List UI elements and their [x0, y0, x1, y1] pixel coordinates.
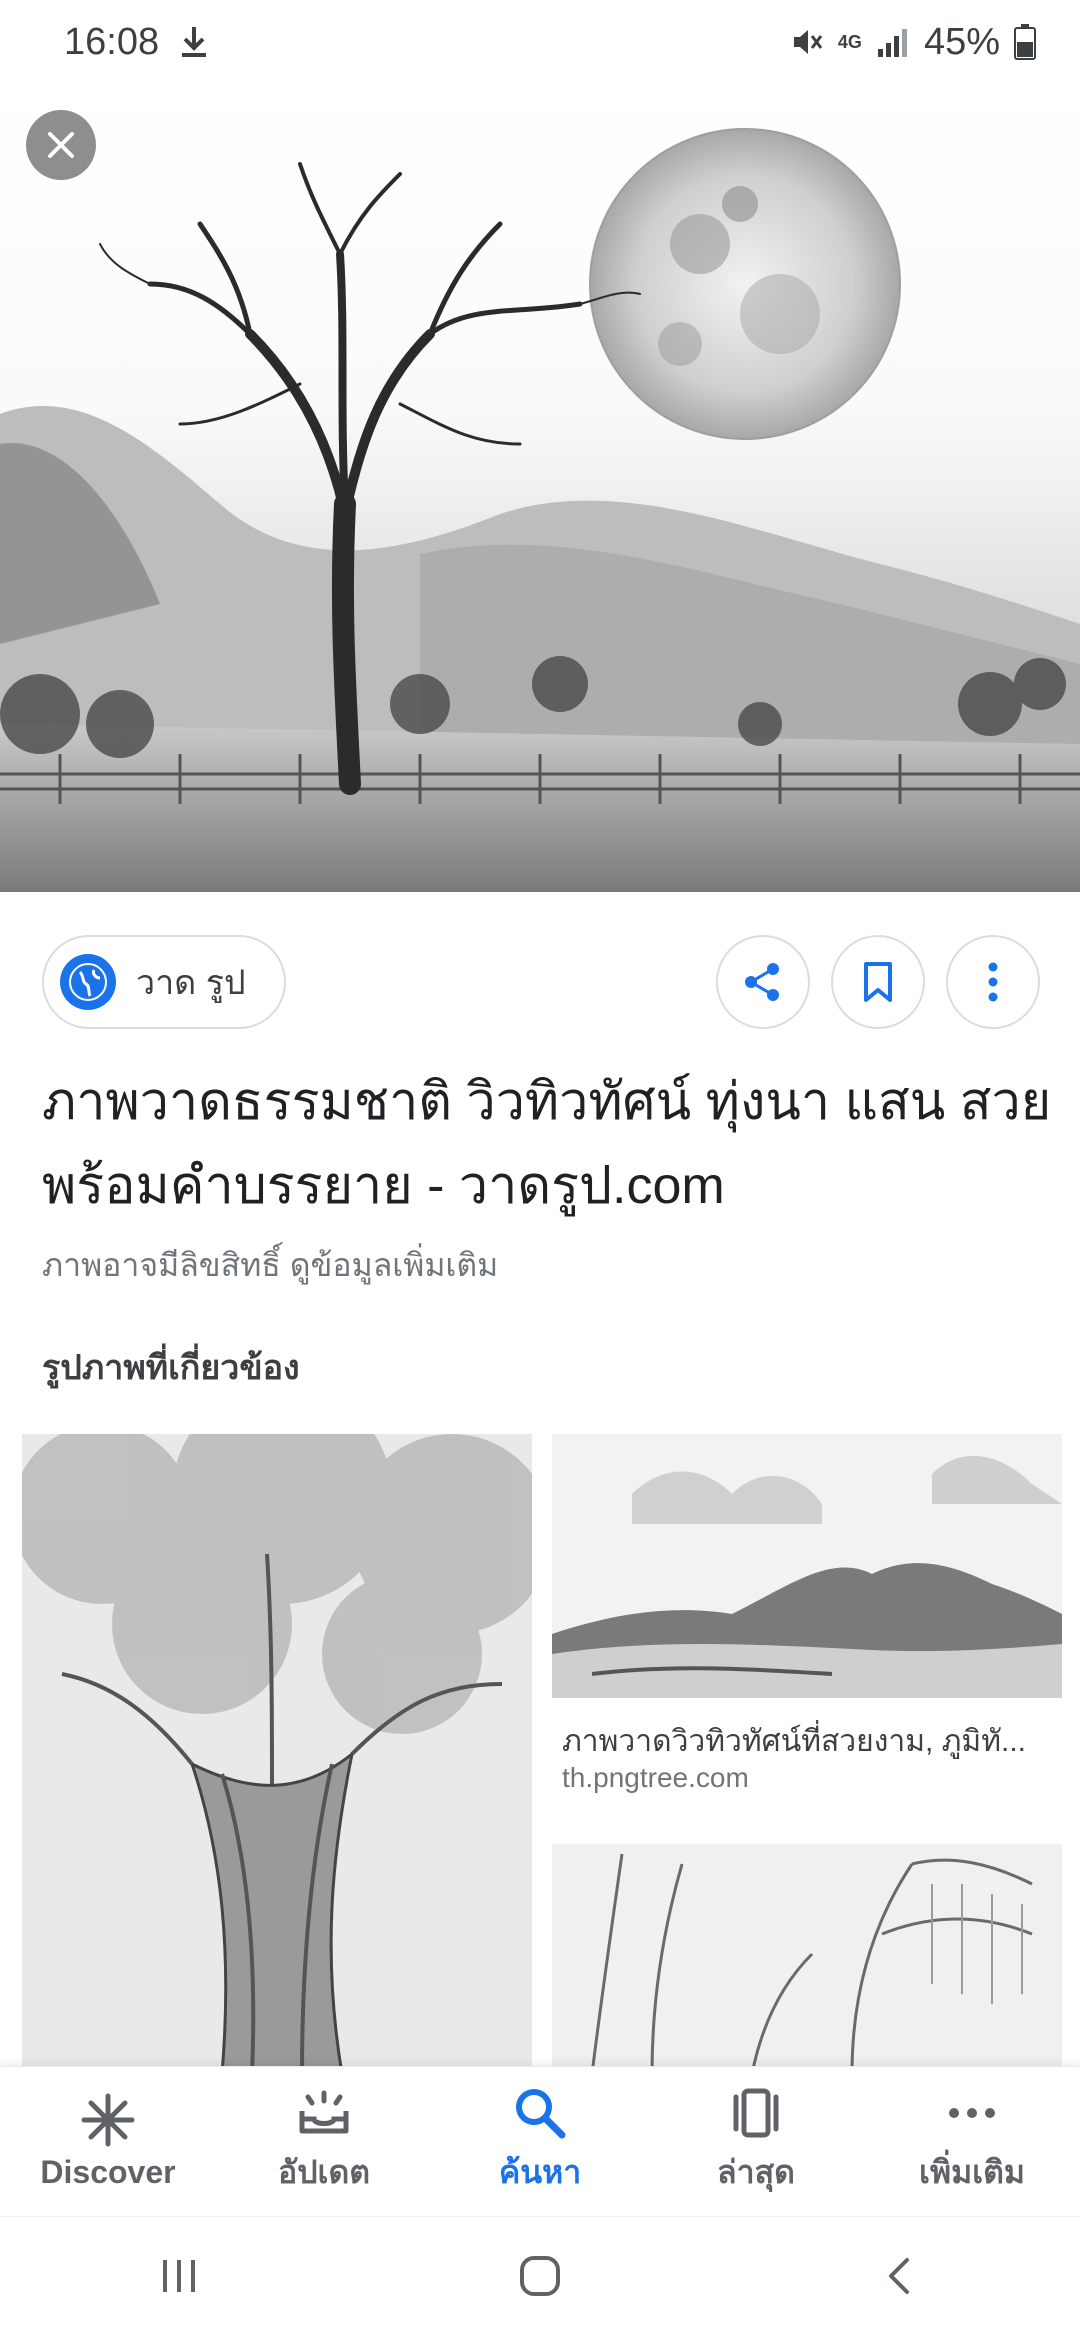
related-caption[interactable]: ภาพวาดวิวทิวทัศน์ที่สวยงาม, ภูมิทั... [562, 1718, 1052, 1765]
bookmark-button[interactable] [831, 935, 925, 1029]
download-icon [179, 25, 209, 59]
nav-recent-label: ล่าสุด [717, 2154, 795, 2190]
battery-icon [1014, 24, 1036, 60]
bottom-nav: Discover อัปเดต ค้นหา ล่าสุด เพิ่มเติม [0, 2066, 1080, 2216]
home-button[interactable] [516, 2252, 564, 2305]
related-image-mountains[interactable] [552, 1434, 1062, 1698]
site-chip[interactable]: วาด รูป [42, 935, 286, 1029]
copyright-note[interactable]: ภาพอาจมีลิขสิทธิ์ ดูข้อมูลเพิ่มเติม [42, 1240, 498, 1291]
related-source[interactable]: th.pngtree.com [562, 1762, 749, 1794]
status-bar: 16:08 4G 45% [0, 0, 1080, 84]
more-vert-icon [988, 962, 998, 1002]
nav-discover[interactable]: Discover [8, 2092, 208, 2191]
nav-discover-label: Discover [40, 2154, 176, 2190]
nav-search[interactable]: ค้นหา [440, 2085, 640, 2198]
status-left: 16:08 [64, 21, 209, 64]
nav-search-label: ค้นหา [498, 2154, 582, 2190]
recent-apps-button[interactable] [157, 2254, 201, 2303]
related-image-willow[interactable] [552, 1844, 1062, 2074]
back-button[interactable] [879, 2254, 923, 2303]
nav-updates[interactable]: อัปเดต [224, 2085, 424, 2198]
network-type: 4G [837, 32, 862, 52]
willow-sketch [552, 1844, 1062, 2074]
recent-apps-icon [163, 2260, 196, 2292]
asterisk-icon [81, 2093, 135, 2147]
more-options-button[interactable] [946, 935, 1040, 1029]
site-name: วาด รูป [136, 964, 246, 1002]
search-icon [516, 2089, 566, 2139]
nav-recent[interactable]: ล่าสุด [656, 2085, 856, 2198]
signal-icon [876, 25, 910, 59]
more-dots-icon [949, 2108, 995, 2118]
globe-icon [60, 954, 116, 1010]
mute-icon [790, 25, 824, 59]
status-time: 16:08 [64, 20, 160, 63]
recent-cards-icon [733, 2088, 779, 2138]
updates-tray-icon [299, 2090, 349, 2134]
back-icon [888, 2258, 909, 2294]
status-right: 4G 45% [790, 21, 1036, 64]
related-image-tree[interactable] [22, 1434, 532, 2074]
nav-updates-label: อัปเดต [277, 2154, 371, 2190]
result-title[interactable]: ภาพวาดธรรมชาติ วิวทิวทัศน์ ทุ่งนา แสน สว… [42, 1060, 1052, 1228]
bookmark-icon [864, 962, 892, 1002]
system-nav-bar [0, 2216, 1080, 2340]
landscape-sketch [0, 128, 1080, 892]
close-button[interactable] [26, 110, 96, 180]
home-icon [519, 2256, 560, 2296]
nav-more-label: เพิ่มเติม [919, 2154, 1025, 2190]
nav-more[interactable]: เพิ่มเติม [872, 2085, 1072, 2198]
actions-row: วาด รูป [0, 935, 1080, 1029]
tree-sketch [22, 1434, 532, 2074]
close-icon [48, 132, 74, 158]
hero-image[interactable] [0, 84, 1080, 892]
battery-percent: 45% [923, 20, 1000, 63]
mountain-sketch [552, 1434, 1062, 1698]
share-icon [745, 963, 779, 1001]
related-heading: รูปภาพที่เกี่ยวข้อง [42, 1349, 300, 1387]
share-button[interactable] [716, 935, 810, 1029]
